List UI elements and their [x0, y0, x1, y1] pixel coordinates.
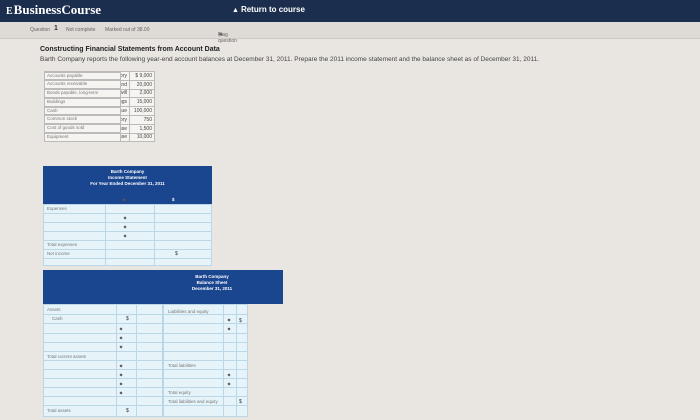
account-amount-2: 10,000 — [129, 132, 155, 143]
brand-prefix: E — [6, 6, 13, 17]
income-header-dropdown[interactable]: ◆ — [121, 198, 127, 202]
top-bar: EBusinessCourse ▲ Return to course — [0, 0, 700, 22]
income-header-dollar: $ — [172, 197, 175, 202]
equity-dropdown-2[interactable]: ◆ — [226, 382, 232, 386]
account-amount-2: 20,000 — [129, 79, 155, 90]
account-name: Accounts receivable — [44, 80, 121, 90]
brand-logo[interactable]: EBusinessCourse — [6, 2, 101, 18]
total-assets-label: Total assets — [47, 408, 71, 413]
total-equity-label: Total equity — [168, 390, 191, 395]
income-period: For Year Ended December 31, 2011 — [90, 181, 165, 186]
total-assets-dollar: $ — [126, 408, 129, 414]
balance-liabilities-grid: Liabilities and equity Total liabilities… — [163, 304, 248, 417]
account-name: Cost of goods sold — [44, 124, 121, 134]
equity-dropdown-1[interactable]: ◆ — [226, 373, 232, 377]
account-name: Cash — [44, 106, 121, 116]
income-statement-grid: Expenses Total expenses Net income $ ◆ ◆… — [43, 204, 212, 266]
income-statement-header: Barth Company Income Statement For Year … — [43, 166, 212, 196]
account-amount-2: 15,000 — [129, 97, 155, 108]
question-status: Not complete — [66, 27, 96, 33]
balance-assets-grid: Assets Cash $ Total current assets Total… — [43, 304, 163, 417]
cash-label: Cash — [52, 316, 63, 321]
income-expense-dropdown-3[interactable]: ◆ — [122, 234, 128, 238]
income-expense-dropdown-1[interactable]: ◆ — [122, 216, 128, 220]
expenses-label: Expenses — [47, 206, 67, 211]
net-income-dollar: $ — [175, 251, 178, 257]
account-name: Accounts payable — [44, 71, 121, 81]
account-row: Bonds payable, long-term50,000Goodwill2,… — [44, 88, 155, 99]
account-name: Bonds payable, long-term — [44, 89, 121, 98]
asset-dropdown-2[interactable]: ◆ — [118, 336, 124, 340]
liability-dropdown-1[interactable]: ◆ — [226, 318, 232, 322]
question-label: Question — [30, 27, 51, 33]
account-amount-2: $ 9,000 — [129, 71, 155, 81]
assets-label: Assets — [47, 307, 61, 312]
account-row: Cash12,000Sales revenue100,000 — [44, 106, 155, 116]
asset-dropdown-4[interactable]: ◆ — [118, 364, 124, 368]
liabilities-dollar: $ — [239, 318, 242, 324]
total-current-assets-label: Total current assets — [47, 354, 87, 359]
account-name: Common stock — [44, 115, 121, 125]
account-amount-2: 2,000 — [129, 88, 155, 99]
account-name: Equipment — [44, 133, 121, 142]
account-row: Accounts payable$ 4,000Inventory$ 9,000 — [44, 71, 155, 81]
return-label: Return to course — [240, 5, 305, 14]
account-row: Common stock37,500Supplies inventory750 — [44, 114, 155, 125]
net-income-label: Net income — [47, 251, 70, 256]
account-amount-2: 100,000 — [129, 106, 155, 116]
cash-dollar: $ — [126, 316, 129, 322]
problem-title: Constructing Financial Statements from A… — [40, 46, 220, 53]
account-balances-table: Accounts payable$ 4,000Inventory$ 9,000A… — [44, 71, 155, 143]
account-name: Buildings — [44, 97, 121, 107]
liabilities-equity-label: Liabilities and equity — [168, 309, 209, 314]
question-marks: Marked out of 38.00 — [105, 27, 150, 33]
flag-label: Flag question — [218, 32, 237, 44]
account-row: Buildings37,750Retained earnings15,000 — [44, 97, 155, 108]
income-dollar-header-row: ◆ $ — [43, 196, 212, 204]
account-amount-2: 1,500 — [129, 123, 155, 134]
total-expenses-label: Total expenses — [47, 242, 78, 247]
liability-dropdown-2[interactable]: ◆ — [226, 327, 232, 331]
income-expense-dropdown-2[interactable]: ◆ — [122, 225, 128, 229]
asset-dropdown-7[interactable]: ◆ — [118, 391, 124, 395]
total-liabilities-equity-label: Total liabilities and equity — [168, 399, 218, 404]
total-liabilities-label: Total liabilities — [168, 363, 196, 368]
return-to-course-link[interactable]: ▲ Return to course — [232, 5, 305, 14]
balance-sheet-header: Barth Company Balance Sheet December 31,… — [43, 270, 283, 304]
total-liab-equity-dollar: $ — [239, 399, 242, 405]
asset-dropdown-5[interactable]: ◆ — [118, 373, 124, 377]
asset-dropdown-6[interactable]: ◆ — [118, 382, 124, 386]
balance-period: December 31, 2011 — [191, 286, 233, 291]
home-icon: ▲ — [232, 7, 239, 14]
question-info-bar: Question 1 Not complete Marked out of 38… — [0, 22, 700, 44]
problem-prompt: Barth Company reports the following year… — [40, 56, 539, 63]
account-row: Accounts receivable7,500Land20,000 — [44, 79, 155, 90]
asset-dropdown-1[interactable]: ◆ — [118, 327, 124, 331]
asset-dropdown-3[interactable]: ◆ — [118, 345, 124, 349]
brand-name: BusinessCourse — [13, 2, 102, 17]
account-amount-2: 750 — [129, 114, 155, 125]
account-row: Cost of goods sold45,000Supplies expense… — [44, 123, 155, 134]
question-number: 1 — [54, 25, 58, 32]
account-row: Equipment17,500Wages expense10,000 — [44, 132, 155, 143]
